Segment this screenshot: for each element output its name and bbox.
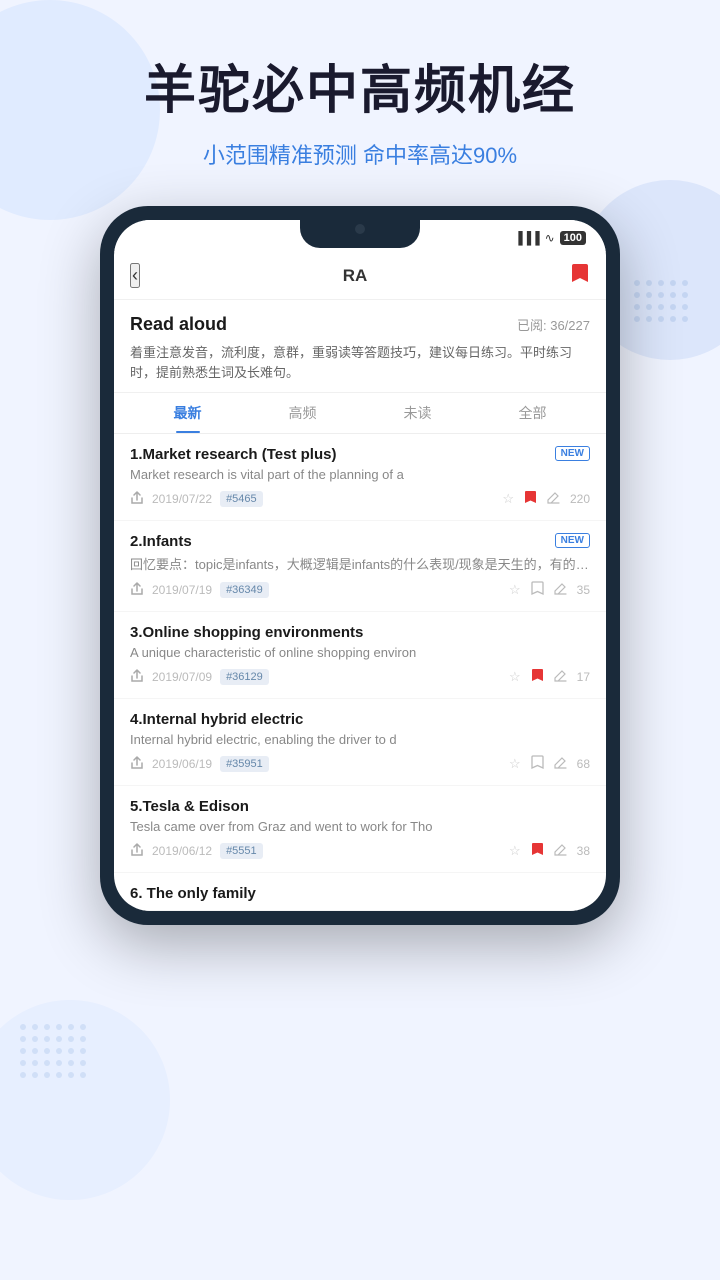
- card-title: Read aloud: [130, 314, 227, 335]
- dots-decoration-left: [20, 1024, 88, 1080]
- item-title-row: 2.Infants NEW: [130, 533, 590, 550]
- list-item[interactable]: 3.Online shopping environments A unique …: [114, 612, 606, 699]
- item-title: 2.Infants: [130, 533, 547, 550]
- item-description: Internal hybrid electric, enabling the d…: [130, 732, 590, 747]
- phone-camera: [355, 224, 365, 234]
- card-count: 已阅: 36/227: [517, 315, 590, 334]
- status-icons: ▐▐▐ ∿ 100: [514, 231, 586, 245]
- share-icon[interactable]: [130, 669, 144, 686]
- page-subtitle: 小范围精准预测 命中率高达90%: [203, 138, 517, 170]
- item-actions: ☆ 35: [509, 581, 590, 599]
- edit-icon[interactable]: [554, 582, 567, 598]
- item-title-row: 3.Online shopping environments: [130, 624, 590, 641]
- item-meta: 2019/06/19 #35951 ☆ 68: [130, 755, 590, 773]
- item-meta: 2019/06/12 #5551 ☆ 38: [130, 842, 590, 860]
- share-icon[interactable]: [130, 843, 144, 860]
- item-title-row: 4.Internal hybrid electric: [130, 711, 590, 728]
- share-icon[interactable]: [130, 582, 144, 599]
- new-badge: NEW: [555, 446, 590, 461]
- item-actions: ☆ 38: [509, 842, 590, 860]
- item-description: Market research is vital part of the pla…: [130, 467, 590, 482]
- edit-icon[interactable]: [554, 756, 567, 772]
- item-tag[interactable]: #5465: [220, 491, 263, 507]
- item-tag[interactable]: #35951: [220, 756, 269, 772]
- item-description: A unique characteristic of online shoppi…: [130, 645, 590, 660]
- tabs-bar: 最新 高频 未读 全部: [114, 393, 606, 434]
- bookmark-icon[interactable]: [531, 668, 544, 686]
- new-badge: NEW: [555, 533, 590, 548]
- star-icon[interactable]: ☆: [509, 582, 521, 598]
- edit-icon[interactable]: [554, 843, 567, 859]
- share-icon[interactable]: [130, 756, 144, 773]
- item-count: 220: [570, 492, 590, 506]
- page-title: 羊驼必中高频机经: [144, 60, 576, 122]
- card-top: Read aloud 已阅: 36/227: [130, 314, 590, 335]
- bookmark-icon[interactable]: [531, 842, 544, 860]
- header-bookmark-icon[interactable]: [570, 262, 590, 289]
- item-tag[interactable]: #5551: [220, 843, 263, 859]
- battery-icon: 100: [560, 231, 586, 245]
- list-item[interactable]: 4.Internal hybrid electric Internal hybr…: [114, 699, 606, 786]
- signal-icon: ▐▐▐: [514, 231, 540, 245]
- phone-mockup: ▐▐▐ ∿ 100 ‹ RA Read: [100, 206, 620, 925]
- item-meta: 2019/07/09 #36129 ☆ 17: [130, 668, 590, 686]
- item-count: 68: [577, 757, 590, 771]
- bookmark-icon[interactable]: [531, 755, 544, 773]
- item-title-row: 1.Market research (Test plus) NEW: [130, 446, 590, 463]
- item-date: 2019/07/22: [152, 492, 212, 506]
- edit-icon[interactable]: [547, 491, 560, 507]
- star-icon[interactable]: ☆: [509, 669, 521, 685]
- tab-unread[interactable]: 未读: [360, 393, 475, 433]
- item-count: 38: [577, 844, 590, 858]
- edit-icon[interactable]: [554, 669, 567, 685]
- bookmark-icon[interactable]: [531, 581, 544, 599]
- item-tag[interactable]: #36129: [220, 669, 269, 685]
- item-tag[interactable]: #36349: [220, 582, 269, 598]
- item-title: 6. The only family: [130, 885, 590, 902]
- phone-screen: ▐▐▐ ∿ 100 ‹ RA Read: [114, 220, 606, 911]
- star-icon[interactable]: ☆: [502, 491, 514, 507]
- list-container: 1.Market research (Test plus) NEW Market…: [114, 434, 606, 911]
- item-description: 回忆要点：topic是infants，大概逻辑是infants的什么表现/现象是…: [130, 554, 590, 573]
- list-item[interactable]: 1.Market research (Test plus) NEW Market…: [114, 434, 606, 521]
- item-meta: 2019/07/19 #36349 ☆ 35: [130, 581, 590, 599]
- tab-all[interactable]: 全部: [475, 393, 590, 433]
- back-chevron-icon: ‹: [132, 265, 138, 286]
- item-date: 2019/07/09: [152, 670, 212, 684]
- item-date: 2019/07/19: [152, 583, 212, 597]
- card-description: 着重注意发音，流利度，意群，重弱读等答题技巧，建议每日练习。平时练习时，提前熟悉…: [130, 343, 590, 382]
- item-actions: ☆ 68: [509, 755, 590, 773]
- item-title-row: 6. The only family: [130, 885, 590, 902]
- share-icon[interactable]: [130, 491, 144, 508]
- list-item[interactable]: 6. The only family: [114, 873, 606, 911]
- tab-latest[interactable]: 最新: [130, 393, 245, 433]
- item-meta: 2019/07/22 #5465 ☆ 220: [130, 490, 590, 508]
- list-item[interactable]: 2.Infants NEW 回忆要点：topic是infants，大概逻辑是in…: [114, 521, 606, 612]
- back-button[interactable]: ‹: [130, 263, 140, 288]
- item-count: 17: [577, 670, 590, 684]
- item-title: 1.Market research (Test plus): [130, 446, 547, 463]
- item-actions: ☆ 17: [509, 668, 590, 686]
- wifi-icon: ∿: [545, 231, 555, 245]
- app-header: ‹ RA: [114, 252, 606, 300]
- star-icon[interactable]: ☆: [509, 756, 521, 772]
- star-icon[interactable]: ☆: [509, 843, 521, 859]
- item-title: 3.Online shopping environments: [130, 624, 590, 641]
- list-item[interactable]: 5.Tesla & Edison Tesla came over from Gr…: [114, 786, 606, 873]
- tab-frequent[interactable]: 高频: [245, 393, 360, 433]
- bookmark-icon[interactable]: [524, 490, 537, 508]
- item-title: 5.Tesla & Edison: [130, 798, 590, 815]
- item-count: 35: [577, 583, 590, 597]
- card-section: Read aloud 已阅: 36/227 着重注意发音，流利度，意群，重弱读等…: [114, 300, 606, 393]
- item-date: 2019/06/12: [152, 844, 212, 858]
- item-description: Tesla came over from Graz and went to wo…: [130, 819, 590, 834]
- item-date: 2019/06/19: [152, 757, 212, 771]
- item-title-row: 5.Tesla & Edison: [130, 798, 590, 815]
- header-title: RA: [343, 266, 368, 286]
- item-title: 4.Internal hybrid electric: [130, 711, 590, 728]
- item-actions: ☆ 220: [502, 490, 590, 508]
